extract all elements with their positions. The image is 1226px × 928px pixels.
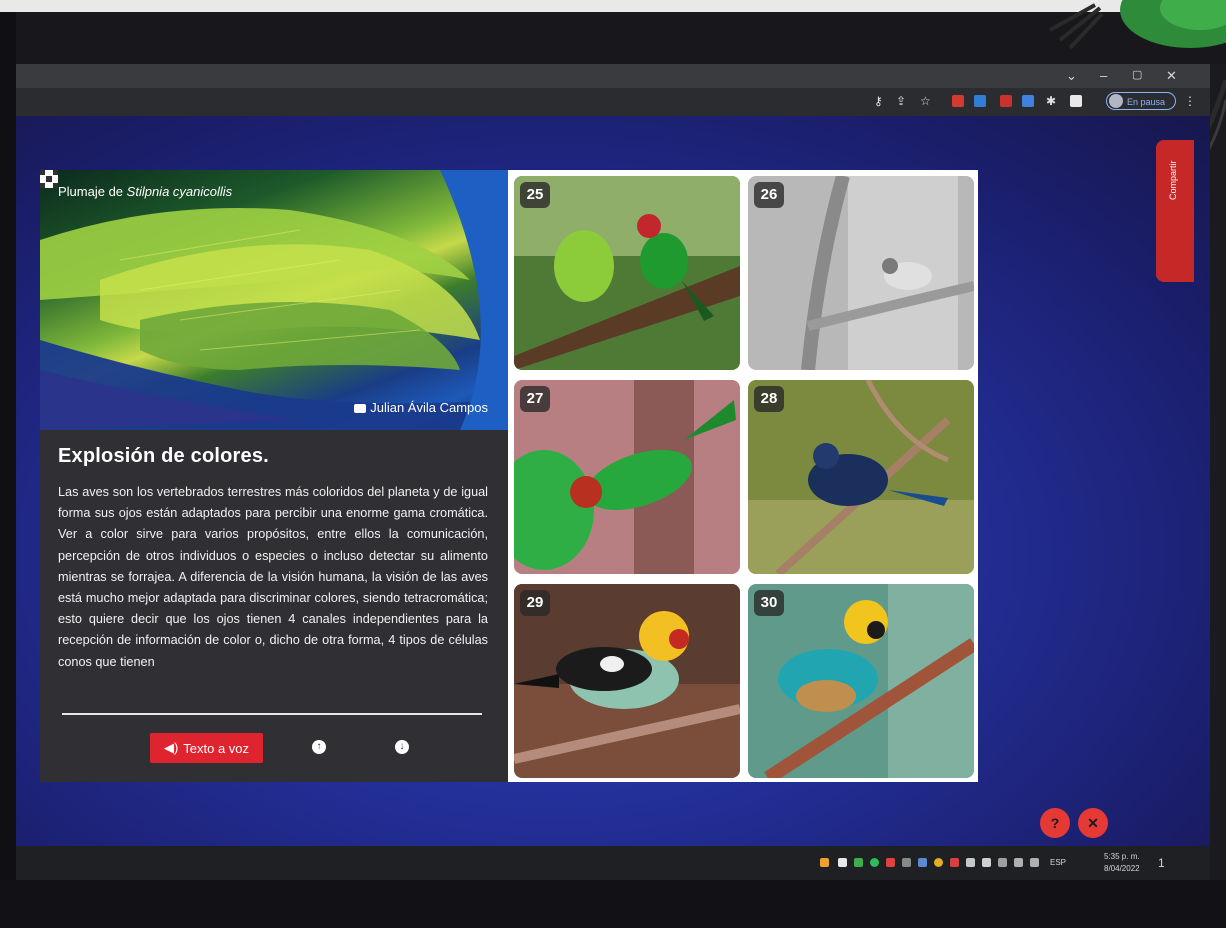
speaker-icon: ◀) [163, 740, 179, 755]
gallery-item[interactable]: 29 [514, 584, 740, 778]
share-icon[interactable]: ⇪ [896, 94, 906, 108]
network-icon[interactable] [1030, 858, 1039, 867]
tray-app-icon[interactable] [934, 858, 943, 867]
tray-app-icon[interactable] [870, 858, 879, 867]
expand-icon[interactable] [40, 170, 58, 188]
camera-icon [354, 404, 367, 413]
hero-caption: Plumaje de Stilpnia cyanicollis [58, 184, 232, 199]
browser-titlebar: ⌄ – ▢ ✕ [16, 64, 1210, 88]
tray-app-icon[interactable] [950, 858, 959, 867]
caption-prefix: Plumaje de [58, 184, 127, 199]
tray-app-icon[interactable] [854, 858, 863, 867]
extension-icon[interactable] [952, 95, 964, 107]
gallery-number: 27 [520, 386, 550, 412]
gallery-item[interactable]: 28 [748, 380, 974, 574]
monitor-bezel-left [0, 12, 16, 928]
chevron-down-icon[interactable]: ⌄ [1066, 68, 1077, 84]
photo-credit-name: Julian Ávila Campos [370, 400, 488, 415]
gallery-item[interactable]: 27 [514, 380, 740, 574]
windows-taskbar: ESP 5:35 p. m. 8/04/2022 1 [16, 846, 1210, 880]
language-indicator[interactable]: ESP [1050, 858, 1066, 867]
tts-label: Texto a voz [183, 740, 250, 756]
volume-icon[interactable] [1014, 858, 1023, 867]
gallery-item[interactable]: 25 [514, 176, 740, 370]
help-button[interactable]: ? [1040, 808, 1070, 838]
key-icon[interactable]: ⚷ [874, 94, 883, 108]
gallery-number: 26 [754, 182, 784, 208]
photo-credit: Julian Ávila Campos [354, 400, 488, 415]
browser-toolbar: ⚷ ⇪ ☆ ✱ En pausa ⋮ [16, 88, 1210, 116]
gallery-item[interactable]: 26 [748, 176, 974, 370]
extension-icon[interactable] [974, 95, 986, 107]
hero-image: Plumaje de Stilpnia cyanicollis Julian Á… [40, 170, 508, 430]
minimize-button[interactable]: – [1100, 68, 1107, 83]
tray-app-icon[interactable] [982, 858, 991, 867]
gallery-item[interactable]: 30 [748, 584, 974, 778]
article-heading: Explosión de colores. [58, 445, 269, 467]
article-panel: Plumaje de Stilpnia cyanicollis Julian Á… [40, 170, 508, 782]
star-icon[interactable]: ☆ [920, 94, 931, 108]
tray-app-icon[interactable] [838, 858, 847, 867]
caption-species: Stilpnia cyanicollis [126, 184, 233, 199]
monitor-bezel-bottom [0, 880, 1226, 928]
text-to-speech-button[interactable]: ◀) Texto a voz [150, 733, 263, 763]
tools-button[interactable]: ✕ [1078, 808, 1108, 838]
share-side-tab[interactable]: Compartir [1156, 140, 1194, 282]
gallery-number: 28 [754, 386, 784, 412]
extension-icon[interactable] [1000, 95, 1012, 107]
tray-app-icon[interactable] [886, 858, 895, 867]
gallery-number: 25 [520, 182, 550, 208]
share-tab-label: Compartir [1168, 160, 1178, 200]
extension-icon[interactable] [1022, 95, 1034, 107]
sidepanel-icon[interactable] [1070, 95, 1082, 107]
tray-app-icon[interactable] [918, 858, 927, 867]
divider [62, 713, 482, 715]
clock-date[interactable]: 8/04/2022 [1104, 864, 1140, 873]
gallery-number: 30 [754, 590, 784, 616]
notification-icon[interactable]: 1 [1158, 856, 1165, 870]
scroll-up-button[interactable]: ↑ [312, 740, 326, 754]
tray-app-icon[interactable] [966, 858, 975, 867]
tray-app-icon[interactable] [820, 858, 829, 867]
avatar [1109, 94, 1123, 108]
menu-kebab-icon[interactable]: ⋮ [1184, 94, 1196, 108]
tray-app-icon[interactable] [998, 858, 1007, 867]
clock-time[interactable]: 5:35 p. m. [1104, 852, 1140, 861]
article-body[interactable]: Las aves son los vertebrados terrestres … [58, 482, 488, 708]
maximize-button[interactable]: ▢ [1132, 68, 1142, 81]
tray-app-icon[interactable] [902, 858, 911, 867]
puzzle-icon[interactable]: ✱ [1046, 94, 1056, 108]
close-window-button[interactable]: ✕ [1166, 68, 1177, 84]
bird-gallery: 25 26 27 28 29 30 [508, 170, 978, 782]
gallery-number: 29 [520, 590, 550, 616]
scroll-down-button[interactable]: ↓ [395, 740, 409, 754]
